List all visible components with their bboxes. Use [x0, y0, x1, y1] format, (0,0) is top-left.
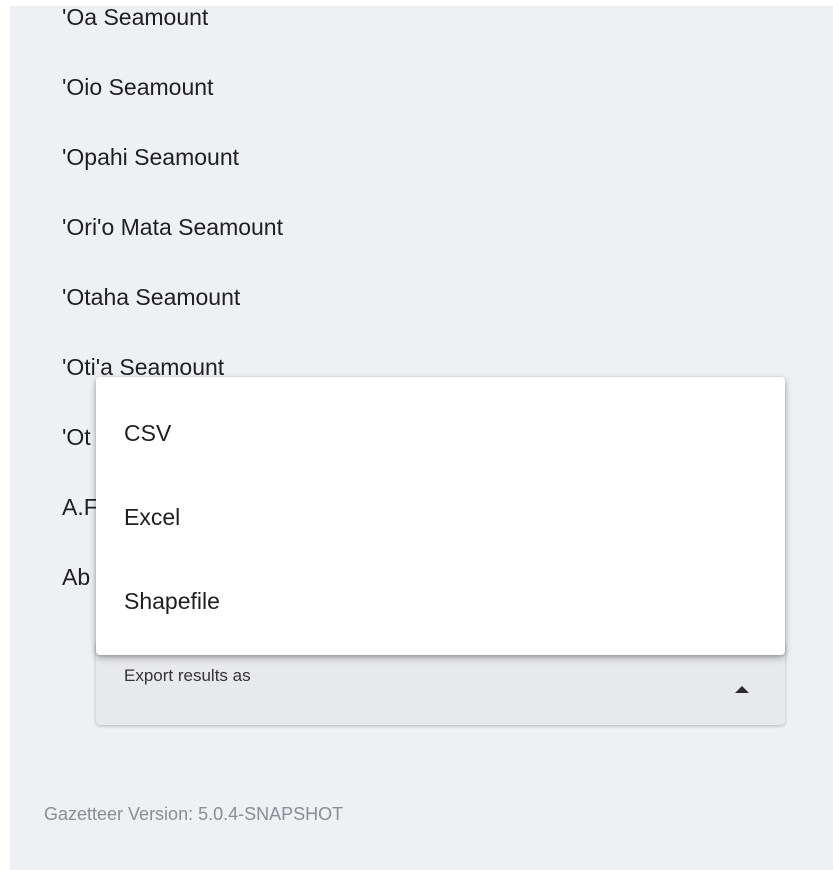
menu-item-shapefile[interactable]: Shapefile — [96, 559, 785, 643]
export-format-menu: CSV Excel Shapefile — [96, 377, 785, 655]
list-item[interactable]: 'Opahi Seamount — [62, 122, 283, 192]
list-item[interactable]: 'Oio Seamount — [62, 52, 283, 122]
caret-up-icon — [735, 686, 749, 693]
version-text: Gazetteer Version: 5.0.4-SNAPSHOT — [44, 804, 344, 824]
list-item[interactable]: 'Oa Seamount — [62, 0, 283, 52]
list-item[interactable]: 'Ori'o Mata Seamount — [62, 192, 283, 262]
menu-item-csv[interactable]: CSV — [96, 391, 785, 475]
menu-item-excel[interactable]: Excel — [96, 475, 785, 559]
export-select-label: Export results as — [124, 666, 251, 685]
list-item[interactable]: 'Otaha Seamount — [62, 262, 283, 332]
